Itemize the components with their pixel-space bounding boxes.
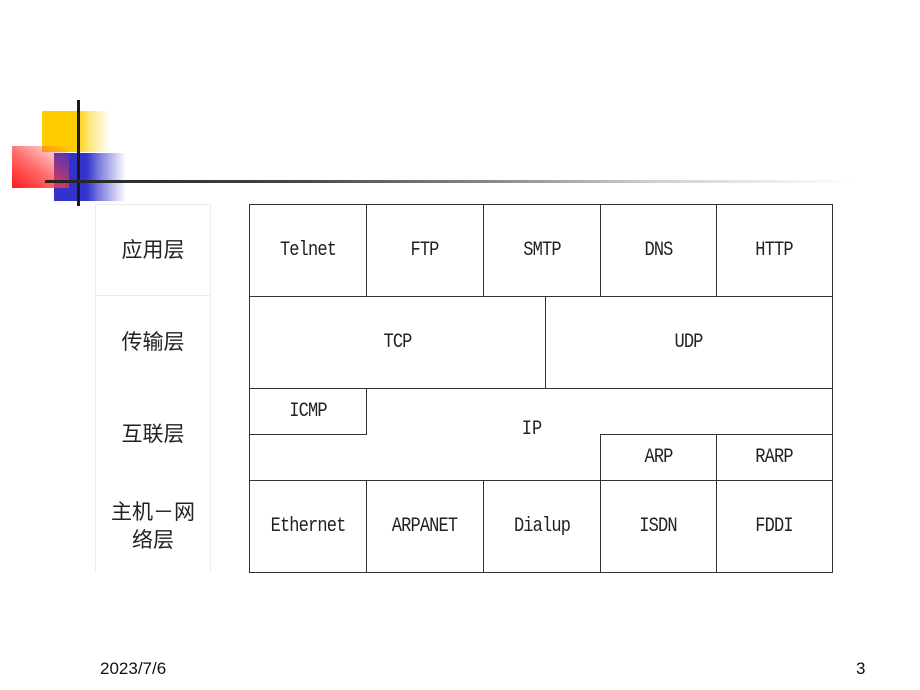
- cell-telnet: Telnet: [249, 204, 367, 297]
- cell-label: Ethernet: [270, 515, 347, 538]
- layer-label: 应用层: [121, 238, 185, 262]
- cell-dialup: Dialup: [483, 480, 601, 573]
- cell-label: HTTP: [755, 239, 794, 262]
- cell-label: ICMP: [289, 400, 327, 423]
- cell-label: ARPANET: [392, 515, 458, 538]
- cell-http: HTTP: [716, 204, 833, 297]
- cell-label: Telnet: [279, 239, 337, 262]
- cell-label: FDDI: [755, 515, 794, 538]
- cell-ftp: FTP: [366, 204, 484, 297]
- layer-label-line1: 主机－网: [111, 500, 195, 524]
- cell-fddi: FDDI: [716, 480, 833, 573]
- footer-date: 2023/7/6: [100, 659, 167, 678]
- layer-label-line2: 络层: [132, 528, 174, 552]
- cell-label: UDP: [674, 331, 704, 354]
- cell-ethernet: Ethernet: [249, 480, 367, 573]
- cell-label: SMTP: [523, 239, 561, 262]
- cell-label: FTP: [410, 239, 440, 262]
- cell-arpanet: ARPANET: [366, 480, 484, 573]
- layer-internet: 互联层: [95, 388, 211, 480]
- cell-udp: UDP: [545, 296, 833, 389]
- title-underline: [45, 180, 855, 183]
- layer-transport: 传输层: [95, 296, 211, 388]
- cell-smtp: SMTP: [483, 204, 601, 297]
- decor-vertical-line: [77, 100, 80, 206]
- cell-dns: DNS: [600, 204, 717, 297]
- layer-application: 应用层: [95, 204, 211, 296]
- layer-host-network: 主机－网 络层: [95, 480, 211, 572]
- layer-label: 互联层: [121, 422, 185, 446]
- cell-arp: ARP: [600, 434, 717, 481]
- cell-label: DNS: [644, 239, 673, 262]
- layer-label: 传输层: [121, 330, 185, 354]
- cell-label: RARP: [755, 446, 794, 469]
- cell-label: ISDN: [639, 515, 678, 538]
- cell-label: ARP: [644, 446, 673, 469]
- cell-tcp: TCP: [249, 296, 546, 389]
- cell-rarp: RARP: [716, 434, 833, 481]
- page-number: 3: [856, 659, 866, 678]
- cell-icmp: ICMP: [249, 388, 367, 435]
- cell-isdn: ISDN: [600, 480, 717, 573]
- cell-label: TCP: [383, 331, 412, 354]
- ip-label: IP: [521, 418, 543, 441]
- cell-label: Dialup: [513, 515, 571, 538]
